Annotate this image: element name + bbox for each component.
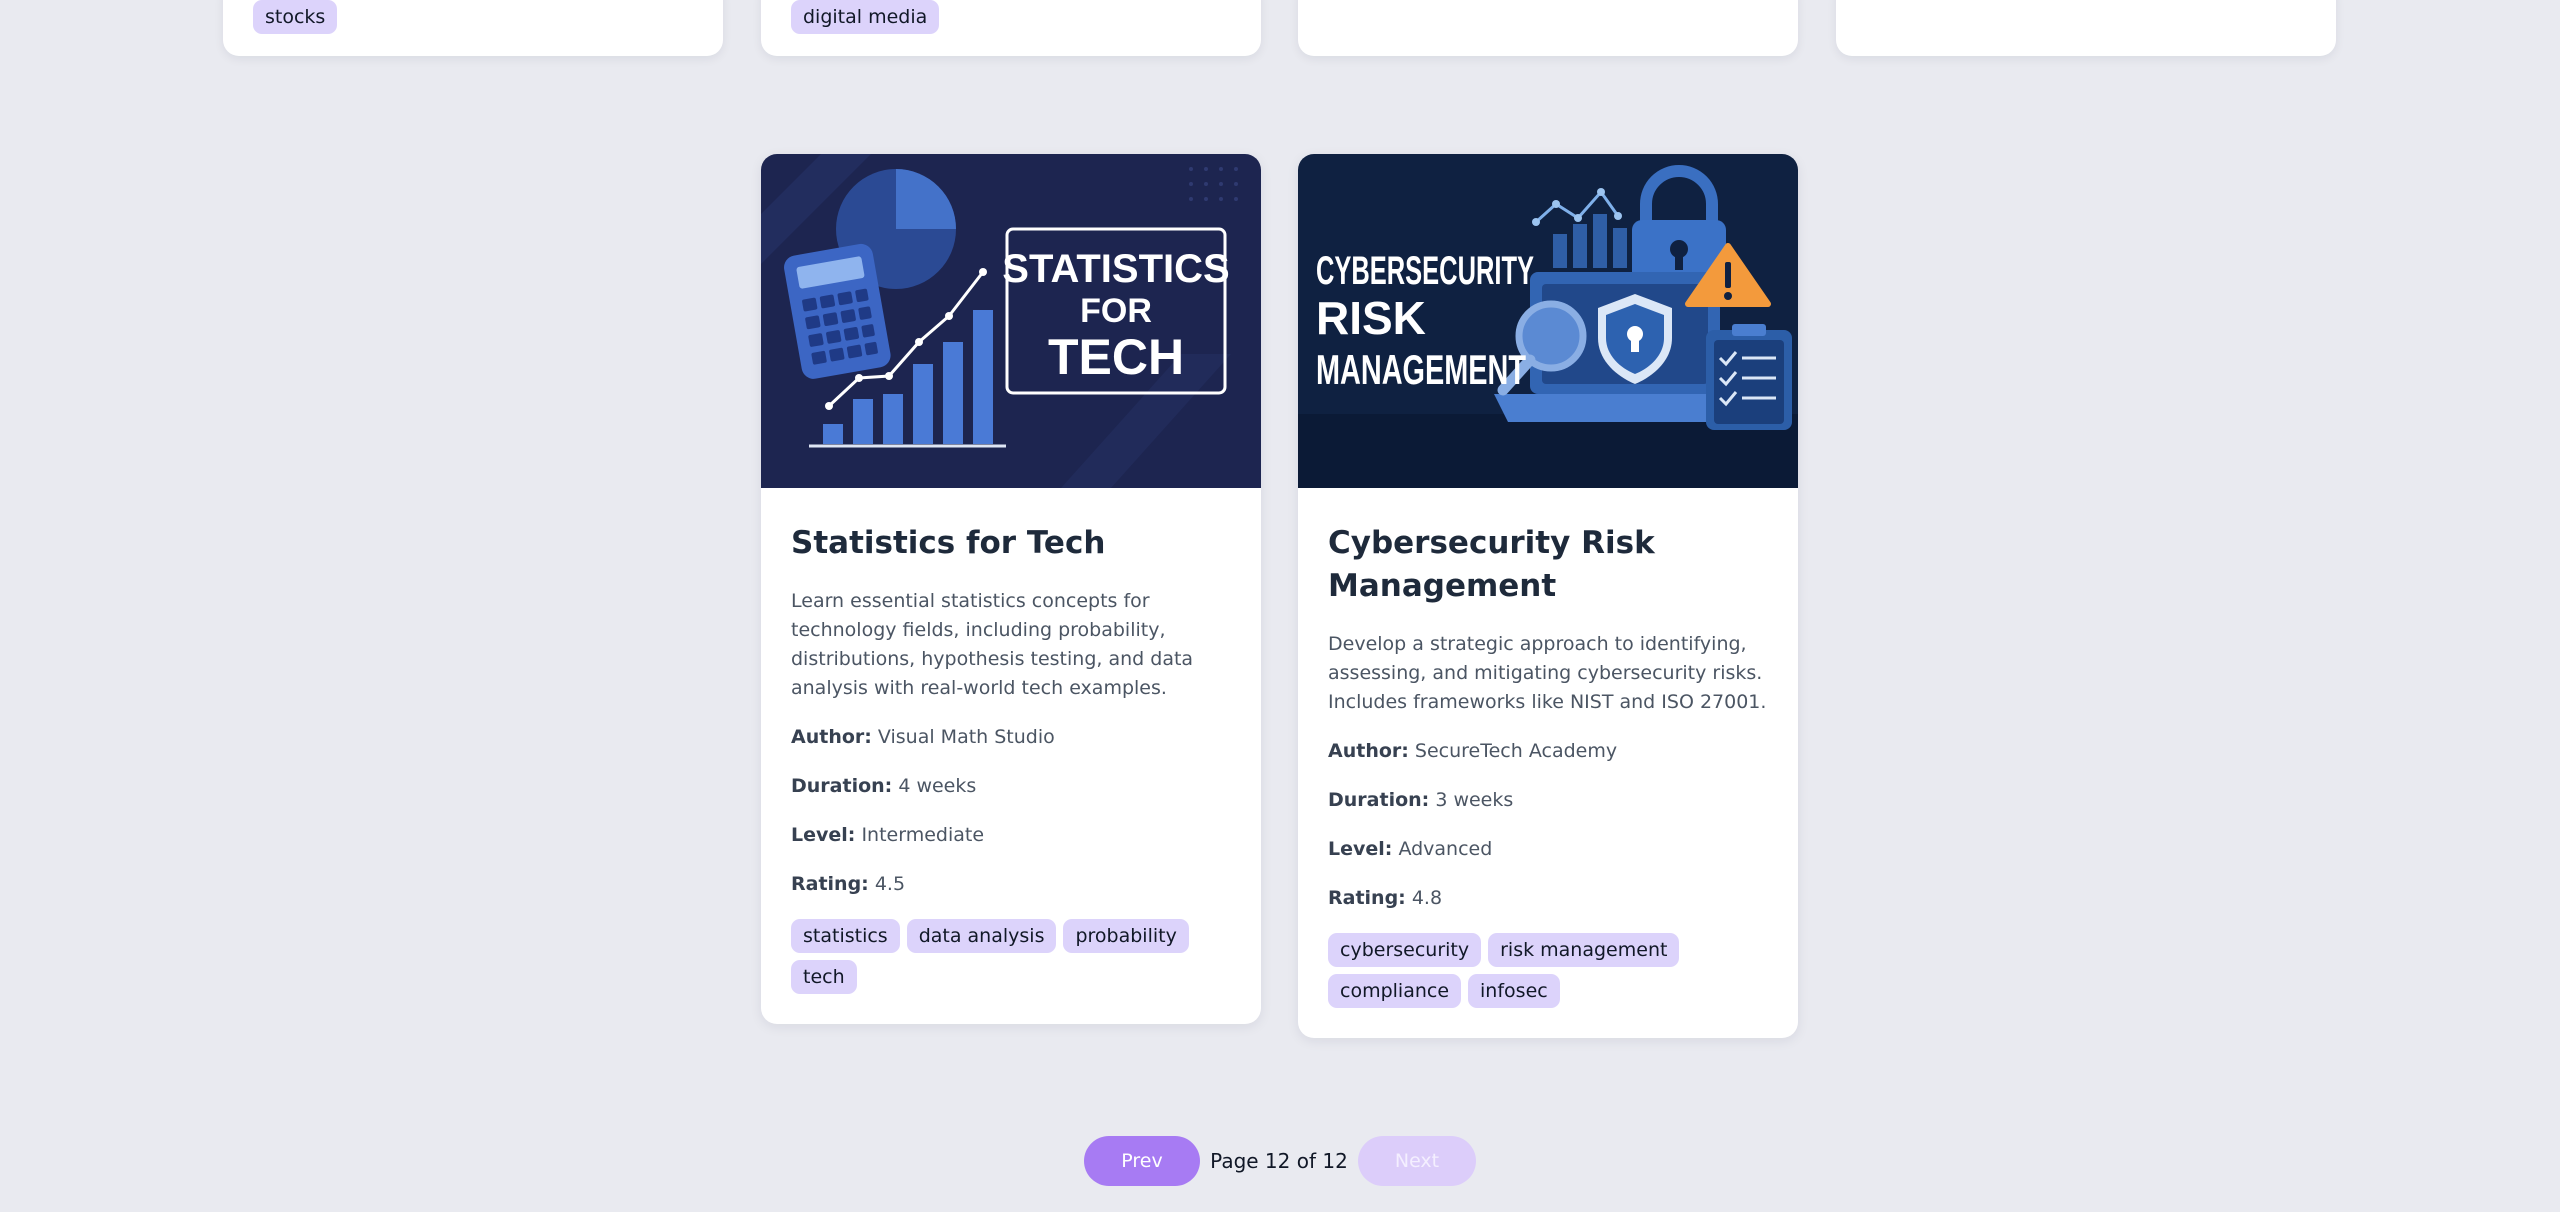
tag[interactable]: tech — [791, 960, 857, 994]
tag[interactable]: risk management — [1488, 933, 1680, 967]
meta-label: Author: — [1328, 740, 1409, 762]
course-title[interactable]: Statistics for Tech — [791, 522, 1231, 565]
meta-label: Duration: — [1328, 789, 1430, 811]
meta-value: 4 weeks — [898, 775, 977, 797]
course-author: Author: SecureTech Academy — [1328, 737, 1768, 766]
tag[interactable]: data analysis — [906, 919, 1057, 953]
card-body: Statistics for Tech Learn essential stat… — [761, 488, 1261, 1024]
tag-list: cybersecurity risk management compliance… — [1328, 933, 1768, 1008]
tag[interactable]: compliance — [1328, 974, 1462, 1008]
course-level: Level: Intermediate — [791, 821, 1231, 850]
meta-label: Level: — [791, 824, 856, 846]
thumbnail-title-line: TECH — [1048, 329, 1184, 385]
course-author: Author: Visual Math Studio — [791, 723, 1231, 752]
course-duration: Duration: 4 weeks — [791, 772, 1231, 801]
course-rating: Rating: 4.5 — [791, 870, 1231, 899]
tag[interactable]: statistics — [791, 919, 900, 953]
meta-value: 4.5 — [874, 873, 906, 895]
tag-list: statistics data analysis probability tec… — [791, 919, 1231, 994]
course-card[interactable] — [1298, 0, 1798, 56]
meta-label: Duration: — [791, 775, 893, 797]
course-description: Develop a strategic approach to identify… — [1328, 633, 1767, 713]
meta-value: Visual Math Studio — [877, 726, 1055, 748]
page-indicator: Page 12 of 12 — [1210, 1149, 1348, 1173]
course-duration: Duration: 3 weeks — [1328, 786, 1768, 815]
tag[interactable]: infosec — [1468, 974, 1560, 1008]
tag[interactable]: probability — [1063, 919, 1189, 953]
meta-value: Advanced — [1398, 838, 1493, 860]
thumbnail-title-line: FOR — [1080, 292, 1152, 330]
meta-value: Intermediate — [861, 824, 985, 846]
thumbnail-title-line: CYBERSECURITY — [1316, 249, 1534, 293]
meta-value: 4.8 — [1411, 887, 1443, 909]
meta-value: SecureTech Academy — [1414, 740, 1618, 762]
tag[interactable]: digital media — [791, 0, 940, 34]
prev-page-button[interactable]: Prev — [1084, 1136, 1200, 1186]
course-card[interactable] — [1836, 0, 2336, 56]
tag[interactable]: stocks — [253, 0, 338, 34]
course-description: Learn essential statistics concepts for … — [791, 590, 1194, 699]
course-thumbnail[interactable]: STATISTICS FOR TECH — [761, 154, 1261, 488]
meta-label: Author: — [791, 726, 872, 748]
course-card-cybersecurity-risk-management[interactable]: CYBERSECURITY RISK MANAGEMENT Cybersecur… — [1298, 154, 1798, 1038]
thumbnail-title-line: MANAGEMENT — [1316, 346, 1526, 393]
course-card[interactable]: digital media — [761, 0, 1261, 56]
course-listing-page: stocks digital media STATISTICS FOR TECH… — [0, 0, 2560, 1212]
card-body: Cybersecurity Risk Management Develop a … — [1298, 488, 1798, 1038]
meta-label: Rating: — [791, 873, 869, 895]
tag[interactable]: cybersecurity — [1328, 933, 1482, 967]
course-rating: Rating: 4.8 — [1328, 884, 1768, 913]
course-level: Level: Advanced — [1328, 835, 1768, 864]
course-card-statistics-for-tech[interactable]: STATISTICS FOR TECH Statistics for Tech … — [761, 154, 1261, 1024]
pagination: Prev Page 12 of 12 Next — [0, 1136, 2560, 1186]
next-page-button[interactable]: Next — [1358, 1136, 1476, 1186]
meta-value: 3 weeks — [1435, 789, 1514, 811]
thumbnail-title-line: STATISTICS — [1002, 247, 1229, 291]
course-card[interactable]: stocks — [223, 0, 723, 56]
course-title[interactable]: Cybersecurity Risk Management — [1328, 522, 1768, 608]
meta-label: Rating: — [1328, 887, 1406, 909]
course-thumbnail[interactable]: CYBERSECURITY RISK MANAGEMENT — [1298, 154, 1798, 488]
thumbnail-title-line: RISK — [1316, 292, 1426, 344]
meta-label: Level: — [1328, 838, 1393, 860]
